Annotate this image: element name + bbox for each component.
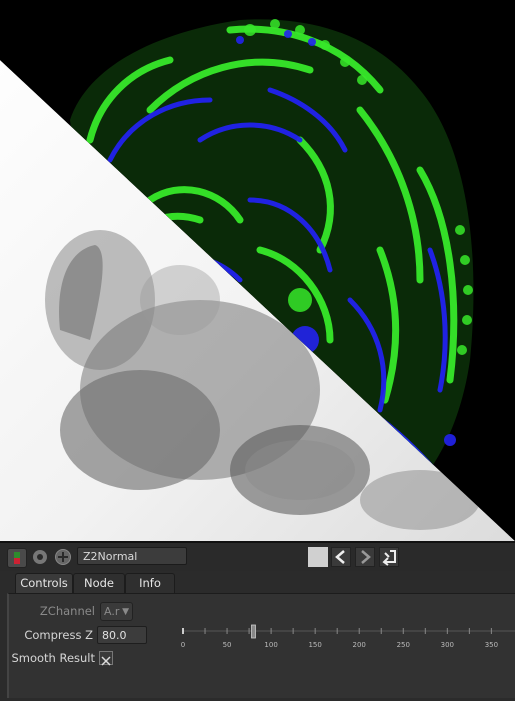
zchannel-value: A.r [104,605,120,618]
node-name-field[interactable]: Z2Normal [77,547,187,565]
node-properties-panel: Z2Normal Controls Node Info ZChannel A.r… [0,541,515,701]
tab-controls[interactable]: Controls [15,573,73,593]
tab-node[interactable]: Node [73,573,125,593]
compress-z-slider[interactable]: 0 50 100 150 200 250 300 350 [149,622,515,652]
color-swatch[interactable] [308,547,328,567]
compress-z-input[interactable]: 80.0 [97,626,147,644]
smooth-result-checkbox[interactable] [99,651,113,666]
add-circle-icon[interactable] [54,548,72,566]
slider-handle[interactable] [251,624,256,639]
slider-tick-label: 0 [181,641,185,649]
rendered-image [0,0,515,541]
image-viewer [0,0,515,541]
zchannel-dropdown[interactable]: A.r ▼ [100,602,133,621]
controls-content: ZChannel A.r ▼ Compress Z 80.0 0 50 100 150… [7,593,515,698]
chevron-down-icon: ▼ [122,607,129,617]
slider-tick-label: 150 [308,641,321,649]
settings-gear-icon[interactable] [31,548,49,566]
compress-z-label: Compress Z [24,628,93,642]
slider-tick-label: 50 [223,641,232,649]
node-toggle-icon[interactable] [7,548,27,568]
slider-tick-label: 200 [353,641,366,649]
slider-tick-label: 100 [264,641,277,649]
zchannel-label: ZChannel [39,604,95,618]
slider-tick-label: 300 [441,641,454,649]
smooth-result-label: Smooth Result [11,651,95,665]
slider-tick-label: 350 [485,641,498,649]
checkmark-icon [101,656,111,666]
tab-info[interactable]: Info [125,573,175,593]
slider-tick-label: 250 [397,641,410,649]
prev-arrow-icon[interactable] [331,547,351,567]
panel-toolbar: Z2Normal [0,543,515,571]
return-icon[interactable] [379,547,399,567]
next-arrow-icon[interactable] [355,547,375,567]
